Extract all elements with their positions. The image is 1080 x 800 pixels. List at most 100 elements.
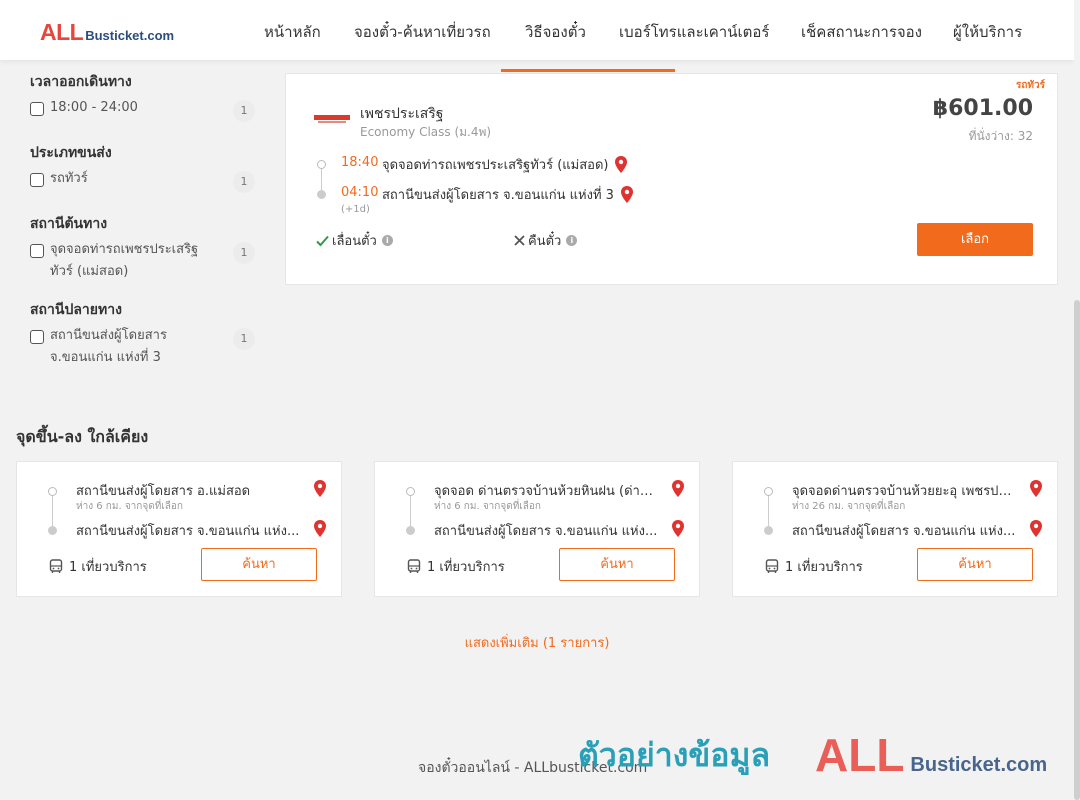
nearby-from: จุดจอดด่านตรวจบ้านห้วยยะอุ เพชรประ... (792, 484, 1016, 499)
nav-item-how-to-book[interactable]: วิธีจองตั๋ว (525, 20, 586, 44)
nearby-from: สถานีขนส่งผู้โดยสาร อ.แม่สอด (76, 484, 251, 499)
filter-option-destination[interactable]: สถานีขนส่งผู้โดยสาร จ.ขอนแก่น แห่งที่ 3 … (30, 328, 255, 369)
depart-stop-name: จุดจอดท่ารถเพชรประเสริฐทัวร์ (แม่สอด) (382, 158, 609, 173)
filter-title-bus-type: ประเภทขนส่ง (30, 145, 112, 161)
checkbox[interactable] (30, 102, 44, 116)
info-icon[interactable]: i (381, 235, 393, 246)
nav-item-operators[interactable]: ผู้ให้บริการ (953, 20, 1022, 44)
trip-result-card: รถทัวร์ เพชรประเสริฐ Economy Class (ม.4พ… (285, 73, 1058, 285)
checkbox[interactable] (30, 244, 44, 258)
bus-icon (49, 559, 63, 573)
nearby-search-button[interactable]: ค้นหา (201, 548, 317, 581)
watermark-logo-all: ALL (815, 729, 905, 781)
nav-item-home[interactable]: หน้าหลัก (264, 20, 321, 44)
nearby-to: สถานีขนส่งผู้โดยสาร จ.ขอนแก่น แห่ง... (76, 524, 300, 539)
nav-item-booking-status[interactable]: เช็คสถานะการจอง (801, 20, 922, 44)
refund-label: คืนตั๋ว (528, 234, 562, 249)
count-badge: 1 (233, 242, 255, 264)
filter-title-origin: สถานีต้นทาง (30, 216, 108, 232)
map-pin-icon[interactable] (614, 156, 628, 173)
route-timeline-line (768, 494, 769, 530)
map-pin-icon[interactable] (620, 186, 634, 203)
nearby-distance: ห่าง 26 กม. จากจุดที่เลือก (792, 501, 906, 512)
service-count-label: 1 เที่ยวบริการ (69, 560, 147, 575)
nearby-service-count: 1 เที่ยวบริการ (49, 556, 147, 577)
close-x-icon (514, 235, 525, 246)
map-pin-icon[interactable] (313, 480, 327, 497)
reschedule-label: เลื่อนตั๋ว (332, 234, 377, 249)
page-scrollbar[interactable] (1074, 0, 1080, 800)
nav-item-contacts[interactable]: เบอร์โทรและเคาน์เตอร์ (619, 20, 769, 44)
available-seats: ที่นั่งว่าง: 32 (968, 129, 1033, 143)
count-badge: 1 (233, 328, 255, 350)
top-header: ALL Busticket.com หน้าหลัก จองตั๋ว-ค้นหา… (0, 0, 1074, 60)
filter-title-destination: สถานีปลายทาง (30, 302, 122, 318)
logo-all: ALL (40, 19, 84, 45)
nearby-distance: ห่าง 6 กม. จากจุดที่เลือก (76, 501, 183, 512)
nearby-distance: ห่าง 6 กม. จากจุดที่เลือก (434, 501, 541, 512)
map-pin-icon[interactable] (1029, 520, 1043, 537)
operator-name: เพชรประเสริฐ (360, 106, 444, 122)
info-icon[interactable]: i (566, 235, 578, 246)
destination-dot (406, 526, 415, 535)
next-day-indicator: (+1d) (341, 204, 370, 215)
filter-option-label: 18:00 - 24:00 (50, 100, 138, 115)
reschedule-policy: เลื่อนตั๋ว i (316, 230, 393, 251)
bus-type-badge: รถทัวร์ (1015, 80, 1045, 91)
logo-domain: Busticket.com (85, 28, 175, 43)
filter-option-label: รถทัวร์ (50, 171, 88, 186)
arrive-time: 04:10 (341, 185, 379, 200)
arrive-stop: สถานีขนส่งผู้โดยสาร จ.ขอนแก่น แห่งที่ 3 (382, 184, 634, 205)
map-pin-icon[interactable] (671, 520, 685, 537)
map-pin-icon[interactable] (1029, 480, 1043, 497)
depart-time: 18:40 (341, 155, 379, 170)
nearby-card: สถานีขนส่งผู้โดยสาร อ.แม่สอด ห่าง 6 กม. … (16, 461, 342, 597)
nearby-section-title: จุดขึ้น-ลง ใกล้เคียง (16, 427, 149, 446)
filter-option-origin[interactable]: จุดจอดท่ารถเพชรประเสริฐทัวร์ (แม่สอด) 1 (30, 242, 255, 283)
scrollbar-thumb[interactable] (1074, 300, 1080, 800)
checkbox[interactable] (30, 173, 44, 187)
nearby-search-button[interactable]: ค้นหา (559, 548, 675, 581)
watermark-logo-domain: Busticket.com (910, 754, 1048, 776)
site-logo[interactable]: ALL Busticket.com (40, 19, 174, 46)
service-count-label: 1 เที่ยวบริการ (427, 560, 505, 575)
route-timeline-line (410, 494, 411, 530)
nearby-from: จุดจอด ด่านตรวจบ้านห้วยหินฝน (ด่าน... (434, 484, 658, 499)
depart-stop: จุดจอดท่ารถเพชรประเสริฐทัวร์ (แม่สอด) (382, 154, 628, 175)
count-badge: 1 (233, 171, 255, 193)
refund-policy: คืนตั๋ว i (514, 230, 578, 251)
bus-class: Economy Class (ม.4พ) (360, 125, 492, 139)
origin-dot (406, 487, 415, 496)
nearby-search-button[interactable]: ค้นหา (917, 548, 1033, 581)
nearby-to: สถานีขนส่งผู้โดยสาร จ.ขอนแก่น แห่ง... (792, 524, 1016, 539)
select-trip-button[interactable]: เลือก (917, 223, 1033, 256)
nearby-card: จุดจอด ด่านตรวจบ้านห้วยหินฝน (ด่าน... ห่… (374, 461, 700, 597)
ticket-price: ฿601.00 (932, 96, 1033, 121)
nearby-service-count: 1 เที่ยวบริการ (765, 556, 863, 577)
operator-logo-icon (314, 115, 350, 123)
watermark-logo: ALL Busticket.com (815, 728, 1047, 782)
map-pin-icon[interactable] (313, 520, 327, 537)
show-more-link[interactable]: แสดงเพิ่มเติม (1 รายการ) (0, 632, 1074, 653)
nearby-to: สถานีขนส่งผู้โดยสาร จ.ขอนแก่น แห่ง... (434, 524, 658, 539)
nearby-service-count: 1 เที่ยวบริการ (407, 556, 505, 577)
filter-option-label: จุดจอดท่ารถเพชรประเสริฐทัวร์ (แม่สอด) (50, 242, 199, 279)
route-timeline-line (52, 494, 53, 530)
bus-icon (407, 559, 421, 573)
nav-item-booking[interactable]: จองตั๋ว-ค้นหาเที่ยวรถ (354, 20, 491, 44)
filter-option-bus-type[interactable]: รถทัวร์ 1 (30, 171, 255, 193)
count-badge: 1 (233, 100, 255, 122)
map-pin-icon[interactable] (671, 480, 685, 497)
filter-option-departure-time[interactable]: 18:00 - 24:00 1 (30, 100, 255, 122)
origin-dot (764, 487, 773, 496)
filter-title-departure-time: เวลาออกเดินทาง (30, 74, 132, 90)
bus-icon (765, 559, 779, 573)
destination-dot (48, 526, 57, 535)
checkbox[interactable] (30, 330, 44, 344)
origin-dot (48, 487, 57, 496)
origin-dot (317, 160, 326, 169)
active-tab-indicator (501, 69, 675, 72)
nearby-card: จุดจอดด่านตรวจบ้านห้วยยะอุ เพชรประ... ห่… (732, 461, 1058, 597)
destination-dot (764, 526, 773, 535)
check-icon (316, 235, 329, 246)
